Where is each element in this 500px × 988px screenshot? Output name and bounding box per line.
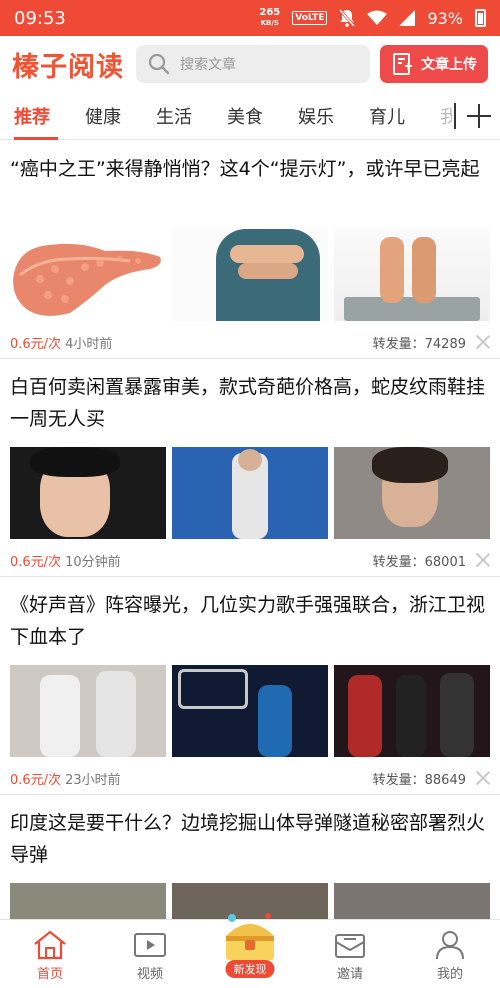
upload-article-button[interactable]: 文章上传 — [380, 45, 488, 83]
wifi-icon — [367, 10, 388, 25]
search-placeholder: 搜索文章 — [180, 57, 236, 73]
article-title[interactable]: 《好声音》阵容曝光，几位实力歌手强强联合，浙江卫视下血本了 — [10, 589, 490, 657]
publish-time: 23小时前 — [65, 772, 121, 788]
volte-badge: VoLTE — [292, 11, 328, 25]
article-images — [10, 665, 490, 757]
share-count: 转发量：68001 — [372, 554, 466, 570]
article-meta: 0.6元/次 10分钟前 转发量：68001 — [10, 539, 490, 581]
blue-door-image — [172, 447, 328, 539]
tab-entertainment[interactable]: 娱乐 — [298, 92, 369, 140]
article-meta: 0.6元/次 23小时前 转发量：88649 — [10, 757, 490, 799]
tabs-divider — [454, 102, 456, 129]
voice-of-china-stage-image — [172, 665, 328, 757]
category-tabs: 推荐 健康 生活 美食 娱乐 育儿 我 — [0, 92, 500, 140]
article-images — [10, 447, 490, 539]
article-card[interactable]: 印度这是要干什么？边境挖掘山体导弹隧道秘密部署烈火导弹 — [0, 795, 500, 919]
status-icons: 265 KB/S VoLTE 93% — [259, 8, 486, 28]
article-title[interactable]: 白百何卖闲置暴露审美，款式奇葩价格高，蛇皮纹雨鞋挂一周无人买 — [10, 371, 490, 439]
envelope-icon — [335, 934, 365, 958]
dismiss-icon[interactable] — [476, 771, 490, 785]
clock: 09:53 — [14, 7, 66, 29]
nav-video-label: 视频 — [136, 967, 163, 982]
signal-icon — [399, 10, 416, 26]
nav-home[interactable]: 首页 — [0, 920, 100, 988]
nav-video[interactable]: 视频 — [100, 920, 200, 988]
article-feed: “癌中之王”来得静悄悄？这4个“提示灯”，或许早已亮起 0.6元/次 4小时前 … — [0, 141, 500, 919]
rock-cliff-image — [334, 883, 490, 919]
nav-invite[interactable]: 邀请 — [300, 920, 400, 988]
share-count: 转发量：74289 — [372, 336, 466, 352]
tab-parenting[interactable]: 育儿 — [369, 92, 440, 140]
mountain-trees-image — [10, 883, 166, 919]
price-per-share: 0.6元/次 — [10, 772, 62, 788]
nav-home-label: 首页 — [36, 967, 63, 982]
tab-life[interactable]: 生活 — [156, 92, 227, 140]
add-category-icon[interactable] — [464, 101, 494, 131]
bottom-nav: 首页 视频 新发现 . 邀请 我的 — [0, 913, 500, 988]
share-count: 转发量：88649 — [372, 772, 466, 788]
upload-doc-icon — [393, 53, 412, 75]
stomach-pain-image — [172, 229, 328, 321]
tab-recommend[interactable]: 推荐 — [14, 92, 85, 140]
actress-portrait-image — [334, 447, 490, 539]
article-images — [10, 229, 490, 321]
nav-discover-label: 新发现 — [225, 960, 275, 978]
network-speed: 265 KB/S — [259, 7, 281, 28]
tab-partial[interactable]: 我 — [440, 92, 452, 140]
article-title[interactable]: 印度这是要干什么？边境挖掘山体导弹隧道秘密部署烈火导弹 — [10, 807, 490, 875]
battery-percent: 93% — [427, 8, 463, 28]
tab-health[interactable]: 健康 — [85, 92, 156, 140]
nav-profile[interactable]: 我的 — [400, 920, 500, 988]
home-icon — [34, 930, 66, 960]
nav-discover[interactable]: 新发现 . — [200, 913, 300, 988]
battery-icon — [475, 9, 486, 27]
singers-on-stage-image — [334, 665, 490, 757]
app-header: 榛子阅读 搜索文章 文章上传 — [0, 36, 500, 92]
pancreas-image — [10, 229, 166, 321]
article-card[interactable]: “癌中之王”来得静悄悄？这4个“提示灯”，或许早已亮起 0.6元/次 4小时前 … — [0, 141, 500, 359]
singers-group-image — [10, 665, 166, 757]
video-icon — [134, 933, 166, 957]
app-logo: 榛子阅读 — [12, 51, 124, 83]
publish-time: 10分钟前 — [65, 554, 121, 570]
person-icon — [436, 931, 464, 960]
dismiss-icon[interactable] — [476, 553, 490, 567]
price-per-share: 0.6元/次 — [10, 336, 62, 352]
article-title[interactable]: “癌中之王”来得静悄悄？这4个“提示灯”，或许早已亮起 — [10, 153, 490, 221]
nav-invite-label: 邀请 — [336, 967, 363, 982]
actress-smile-image — [10, 447, 166, 539]
upload-label: 文章上传 — [421, 57, 477, 73]
search-icon — [148, 53, 170, 75]
dismiss-icon[interactable] — [476, 335, 490, 349]
mute-bell-icon — [339, 9, 356, 27]
article-meta: 0.6元/次 4小时前 转发量：74289 — [10, 321, 490, 363]
publish-time: 4小时前 — [65, 336, 113, 352]
article-card[interactable]: 《好声音》阵容曝光，几位实力歌手强强联合，浙江卫视下血本了 0.6元/次 23小… — [0, 577, 500, 795]
price-per-share: 0.6元/次 — [10, 554, 62, 570]
scale-feet-image — [334, 229, 490, 321]
search-input[interactable]: 搜索文章 — [136, 45, 370, 83]
article-card[interactable]: 白百何卖闲置暴露审美，款式奇葩价格高，蛇皮纹雨鞋挂一周无人买 0.6元/次 10… — [0, 359, 500, 577]
tab-food[interactable]: 美食 — [227, 92, 298, 140]
nav-profile-label: 我的 — [436, 967, 463, 982]
status-bar: 09:53 265 KB/S VoLTE 93% — [0, 0, 500, 36]
